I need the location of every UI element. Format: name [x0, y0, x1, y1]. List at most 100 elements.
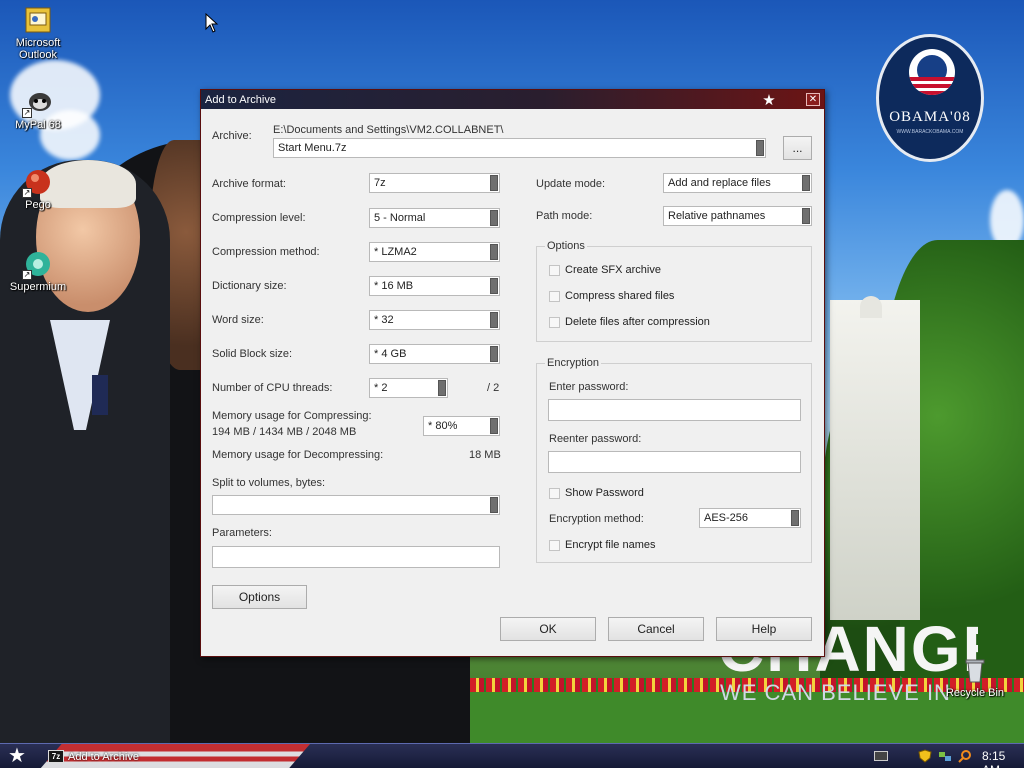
update-mode-select[interactable]: Add and replace files — [663, 173, 812, 193]
desktop-icon-supermium[interactable]: ↗ Supermium — [6, 250, 70, 293]
checkbox-label: Create SFX archive — [565, 264, 661, 276]
memory-compress-detail: 194 MB / 1434 MB / 2048 MB — [212, 426, 357, 438]
star-icon[interactable]: ★ — [760, 91, 778, 109]
memory-compress-select[interactable]: * 80% — [423, 416, 500, 436]
encrypt-names-checkbox[interactable]: Encrypt file names — [549, 539, 655, 551]
desktop-icon-label: MyPal 68 — [15, 119, 61, 131]
dropdown-arrow-icon[interactable] — [791, 510, 799, 526]
campaign-badge: OBAMA'08 WWW.BARACKOBAMA.COM — [876, 34, 984, 162]
badge-text: OBAMA'08 — [889, 109, 971, 125]
create-sfx-checkbox[interactable]: Create SFX archive — [549, 264, 661, 276]
cpu-threads-select[interactable]: * 2 — [369, 378, 448, 398]
ok-button[interactable]: OK — [500, 617, 596, 641]
network-icon[interactable] — [938, 749, 952, 763]
encryption-method-label: Encryption method: — [549, 513, 644, 525]
shortcut-arrow-icon: ↗ — [22, 108, 32, 118]
taskbar-button-add-to-archive[interactable]: 7z Add to Archive — [48, 747, 198, 766]
checkbox-box[interactable] — [549, 316, 560, 328]
update-mode-value: Add and replace files — [668, 177, 771, 189]
checkbox-box[interactable] — [549, 539, 560, 551]
dropdown-arrow-icon[interactable] — [802, 175, 810, 191]
show-password-checkbox[interactable]: Show Password — [549, 487, 644, 499]
desktop-icon-outlook[interactable]: Microsoft Outlook — [6, 6, 70, 61]
white-house-dome — [860, 296, 882, 318]
word-size-value: * 32 — [374, 314, 394, 326]
solid-block-select[interactable]: * 4 GB — [369, 344, 500, 364]
word-size-select[interactable]: * 32 — [369, 310, 500, 330]
dropdown-arrow-icon[interactable] — [490, 497, 498, 513]
help-button[interactable]: Help — [716, 617, 812, 641]
archive-name-value: Start Menu.7z — [278, 142, 347, 154]
memory-compress-value: * 80% — [428, 420, 458, 432]
dropdown-arrow-icon[interactable] — [490, 210, 498, 226]
7zip-app-icon: 7z — [48, 750, 64, 763]
compression-method-select[interactable]: * LZMA2 — [369, 242, 500, 262]
checkbox-label: Compress shared files — [565, 290, 675, 302]
compress-shared-checkbox[interactable]: Compress shared files — [549, 290, 674, 302]
keyboard-icon[interactable] — [874, 751, 888, 761]
desktop-icon-pego[interactable]: ↗ Pego — [6, 168, 70, 211]
cpu-threads-label: Number of CPU threads: — [212, 382, 333, 394]
memory-decompress-value: 18 MB — [469, 449, 501, 461]
reenter-password-input[interactable] — [548, 451, 801, 473]
split-volumes-label: Split to volumes, bytes: — [212, 477, 326, 489]
checkbox-label: Encrypt file names — [565, 539, 656, 551]
desktop-icon-mypal[interactable]: ↗ MyPal 68 — [6, 88, 70, 131]
desktop-icon-label: Recycle Bin — [945, 687, 1005, 699]
dropdown-arrow-icon[interactable] — [756, 140, 764, 156]
archive-format-value: 7z — [374, 177, 386, 189]
dropdown-arrow-icon[interactable] — [438, 380, 446, 396]
archive-format-select[interactable]: 7z — [369, 173, 500, 193]
checkbox-box[interactable] — [549, 264, 560, 276]
compression-level-select[interactable]: 5 - Normal — [369, 208, 500, 228]
archive-name-combo[interactable]: Start Menu.7z — [273, 138, 766, 158]
start-star-icon[interactable]: ★ — [6, 745, 28, 767]
checkbox-box[interactable] — [549, 290, 560, 302]
dropdown-arrow-icon[interactable] — [490, 244, 498, 260]
dropdown-arrow-icon[interactable] — [490, 312, 498, 328]
dictionary-size-label: Dictionary size: — [212, 280, 287, 292]
dialog-title: Add to Archive — [205, 93, 276, 106]
search-icon[interactable] — [958, 749, 972, 763]
browse-button[interactable]: ... — [783, 136, 812, 160]
cpu-threads-max: / 2 — [487, 382, 500, 394]
compression-method-label: Compression method: — [212, 246, 320, 258]
add-to-archive-dialog: Add to Archive ★ ✕ Archive: E:\Documents… — [200, 89, 825, 657]
archive-directory: E:\Documents and Settings\VM2.COLLABNET\ — [273, 124, 504, 136]
dialog-titlebar[interactable]: Add to Archive ★ ✕ — [201, 90, 824, 109]
dropdown-arrow-icon[interactable] — [490, 175, 498, 191]
archive-label: Archive: — [212, 130, 252, 142]
path-mode-select[interactable]: Relative pathnames — [663, 206, 812, 226]
update-mode-label: Update mode: — [536, 178, 606, 190]
checkbox-box[interactable] — [549, 487, 560, 499]
parameters-input[interactable] — [212, 546, 500, 568]
cancel-button[interactable]: Cancel — [608, 617, 704, 641]
desktop-icon-recycle-bin[interactable]: Recycle Bin — [942, 656, 1008, 699]
delete-after-compression-checkbox[interactable]: Delete files after compression — [549, 316, 710, 328]
shortcut-arrow-icon: ↗ — [22, 188, 32, 198]
close-icon[interactable]: ✕ — [806, 93, 820, 106]
encryption-method-select[interactable]: AES-256 — [699, 508, 801, 528]
cpu-threads-value: * 2 — [374, 382, 388, 394]
enter-password-label: Enter password: — [549, 381, 629, 393]
options-group-title: Options — [545, 240, 587, 252]
dropdown-arrow-icon[interactable] — [490, 278, 498, 294]
dictionary-size-value: * 16 MB — [374, 280, 414, 292]
system-tray: 8:15 AM — [854, 744, 1024, 768]
dropdown-arrow-icon[interactable] — [490, 418, 498, 434]
desktop-icon-label: Supermium — [9, 281, 67, 293]
campaign-logo-icon — [909, 49, 955, 95]
password-input[interactable] — [548, 399, 801, 421]
security-shield-icon[interactable] — [918, 749, 932, 763]
options-button[interactable]: Options — [212, 585, 307, 609]
dictionary-size-select[interactable]: * 16 MB — [369, 276, 500, 296]
encryption-group: Encryption Enter password: Reenter passw… — [536, 357, 812, 563]
dropdown-arrow-icon[interactable] — [490, 346, 498, 362]
split-volumes-combo[interactable] — [212, 495, 500, 515]
encryption-method-value: AES-256 — [704, 512, 749, 524]
dropdown-arrow-icon[interactable] — [802, 208, 810, 224]
memory-compress-label: Memory usage for Compressing: — [212, 410, 372, 422]
word-size-label: Word size: — [212, 314, 264, 326]
path-mode-value: Relative pathnames — [668, 210, 766, 222]
encryption-group-title: Encryption — [545, 357, 601, 369]
